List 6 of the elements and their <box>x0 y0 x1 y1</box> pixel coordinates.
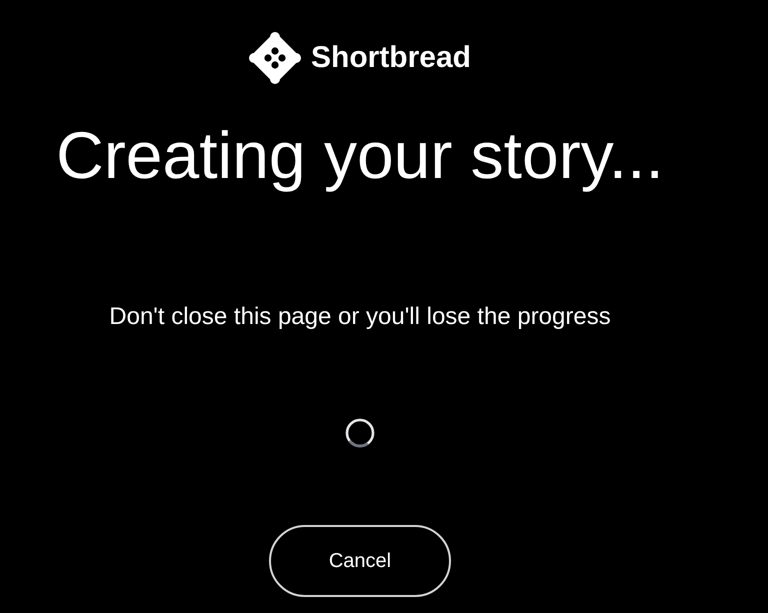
brand-name: Shortbread <box>310 40 472 76</box>
page-heading: Creating your story... <box>56 120 664 190</box>
logo-icon <box>248 32 301 84</box>
cancel-button[interactable]: Cancel <box>269 525 451 597</box>
warning-message: Don't close this page or you'll lose the progress <box>109 303 611 331</box>
loading-spinner-icon <box>345 418 375 448</box>
